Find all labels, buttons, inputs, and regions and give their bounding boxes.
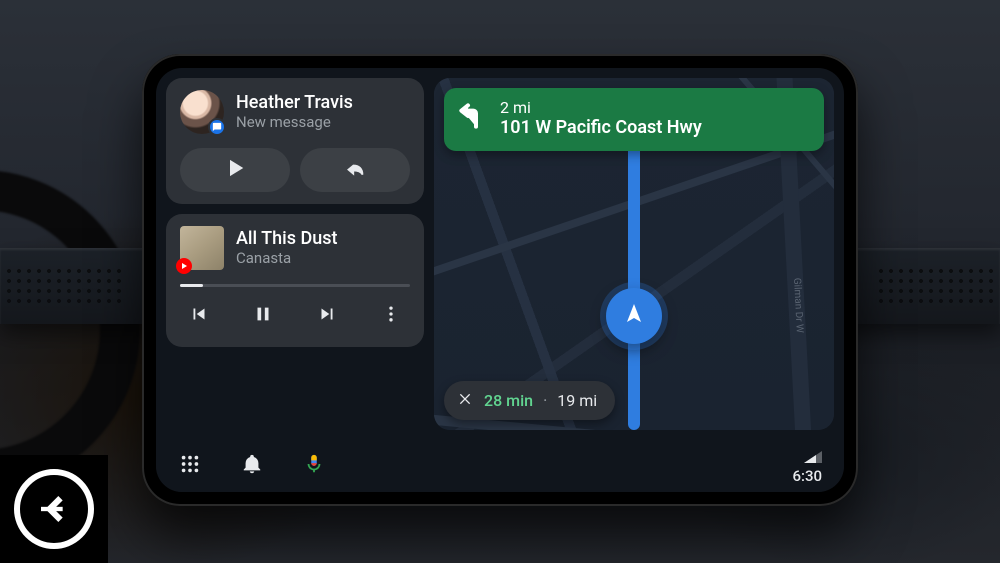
signal-strength-icon — [804, 448, 822, 467]
music-header: All This Dust Canasta — [180, 226, 410, 270]
more-vert-icon — [381, 303, 401, 329]
message-subtitle: New message — [236, 113, 353, 131]
eta-time: 28 min — [484, 391, 533, 410]
current-location-puck — [606, 288, 662, 344]
reply-icon — [345, 158, 365, 182]
status-area: 6:30 — [792, 448, 822, 484]
notifications-button[interactable] — [240, 454, 264, 478]
navigation-distance: 2 mi — [500, 98, 702, 117]
eta-distance: 19 mi — [557, 391, 597, 410]
content-area: Heather Travis New message — [156, 68, 844, 440]
map-panel[interactable]: Gilman Dr W 2 mi 101 — [434, 78, 834, 430]
skip-previous-icon — [188, 303, 210, 329]
turn-left-icon — [456, 100, 488, 132]
album-art — [180, 226, 224, 270]
message-card[interactable]: Heather Travis New message — [166, 78, 424, 204]
assistant-button[interactable] — [302, 454, 326, 478]
navigation-road: 101 W Pacific Coast Hwy — [500, 117, 702, 139]
sender-avatar — [180, 90, 224, 134]
track-title: All This Dust — [236, 229, 337, 250]
close-icon — [457, 391, 473, 411]
messages-app-badge-icon — [208, 118, 226, 136]
pause-button[interactable] — [248, 301, 278, 331]
left-column: Heather Travis New message — [166, 78, 434, 430]
infotainment-device: Heather Travis New message — [142, 54, 858, 506]
previous-track-button[interactable] — [184, 301, 214, 331]
navigation-banner[interactable]: 2 mi 101 W Pacific Coast Hwy — [444, 88, 824, 151]
mic-icon — [303, 453, 325, 479]
play-message-button[interactable] — [180, 148, 290, 192]
route-line — [628, 122, 640, 430]
close-navigation-button[interactable] — [456, 392, 474, 410]
app-launcher-button[interactable] — [178, 454, 202, 478]
youtube-music-badge-icon — [176, 258, 192, 274]
screen: Heather Travis New message — [156, 68, 844, 492]
skip-next-icon — [316, 303, 338, 329]
play-icon — [225, 158, 245, 182]
watermark-logo — [0, 455, 108, 563]
music-card[interactable]: All This Dust Canasta — [166, 214, 424, 347]
bell-icon — [241, 453, 263, 479]
track-artist: Canasta — [236, 249, 337, 267]
pause-icon — [252, 303, 274, 329]
message-sender: Heather Travis — [236, 93, 353, 114]
reply-button[interactable] — [300, 148, 410, 192]
apps-grid-icon — [179, 453, 201, 479]
clock: 6:30 — [792, 469, 822, 484]
eta-separator: · — [543, 391, 547, 410]
eta-pill[interactable]: 28 min · 19 mi — [444, 381, 615, 420]
playback-progress[interactable] — [180, 284, 410, 287]
music-controls — [180, 301, 410, 335]
playback-progress-fill — [180, 284, 203, 287]
next-track-button[interactable] — [312, 301, 342, 331]
message-header: Heather Travis New message — [180, 90, 410, 134]
bottom-navbar: 6:30 — [156, 440, 844, 492]
navigation-arrow-icon — [622, 302, 646, 330]
music-more-button[interactable] — [376, 301, 406, 331]
